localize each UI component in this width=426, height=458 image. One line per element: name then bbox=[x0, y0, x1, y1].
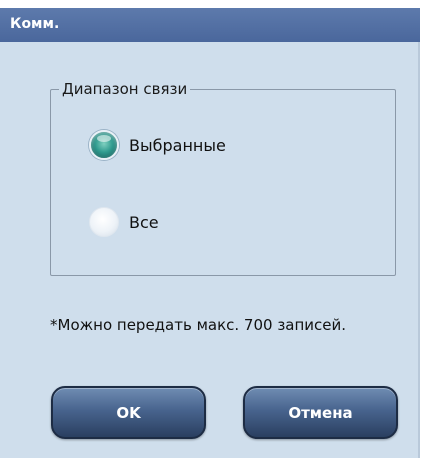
dialog-title: Комм. bbox=[10, 16, 60, 32]
cancel-button[interactable]: Отмена bbox=[243, 386, 398, 439]
radio-unchecked-icon[interactable] bbox=[89, 207, 119, 237]
comm-dialog: Комм. Диапазон связи Выбранные Все *Можн… bbox=[0, 8, 420, 458]
radio-label-all: Все bbox=[129, 212, 159, 232]
radio-option-all[interactable]: Все bbox=[89, 207, 159, 237]
title-bar: Комм. bbox=[0, 8, 420, 42]
ok-button[interactable]: OK bbox=[51, 386, 206, 439]
range-group: Диапазон связи Выбранные Все bbox=[50, 79, 396, 276]
range-group-legend: Диапазон связи bbox=[59, 79, 191, 99]
max-records-note: *Можно передать макс. 700 записей. bbox=[50, 316, 347, 334]
radio-checked-icon[interactable] bbox=[89, 130, 119, 160]
radio-label-selected: Выбранные bbox=[129, 135, 226, 155]
radio-option-selected[interactable]: Выбранные bbox=[89, 130, 226, 160]
